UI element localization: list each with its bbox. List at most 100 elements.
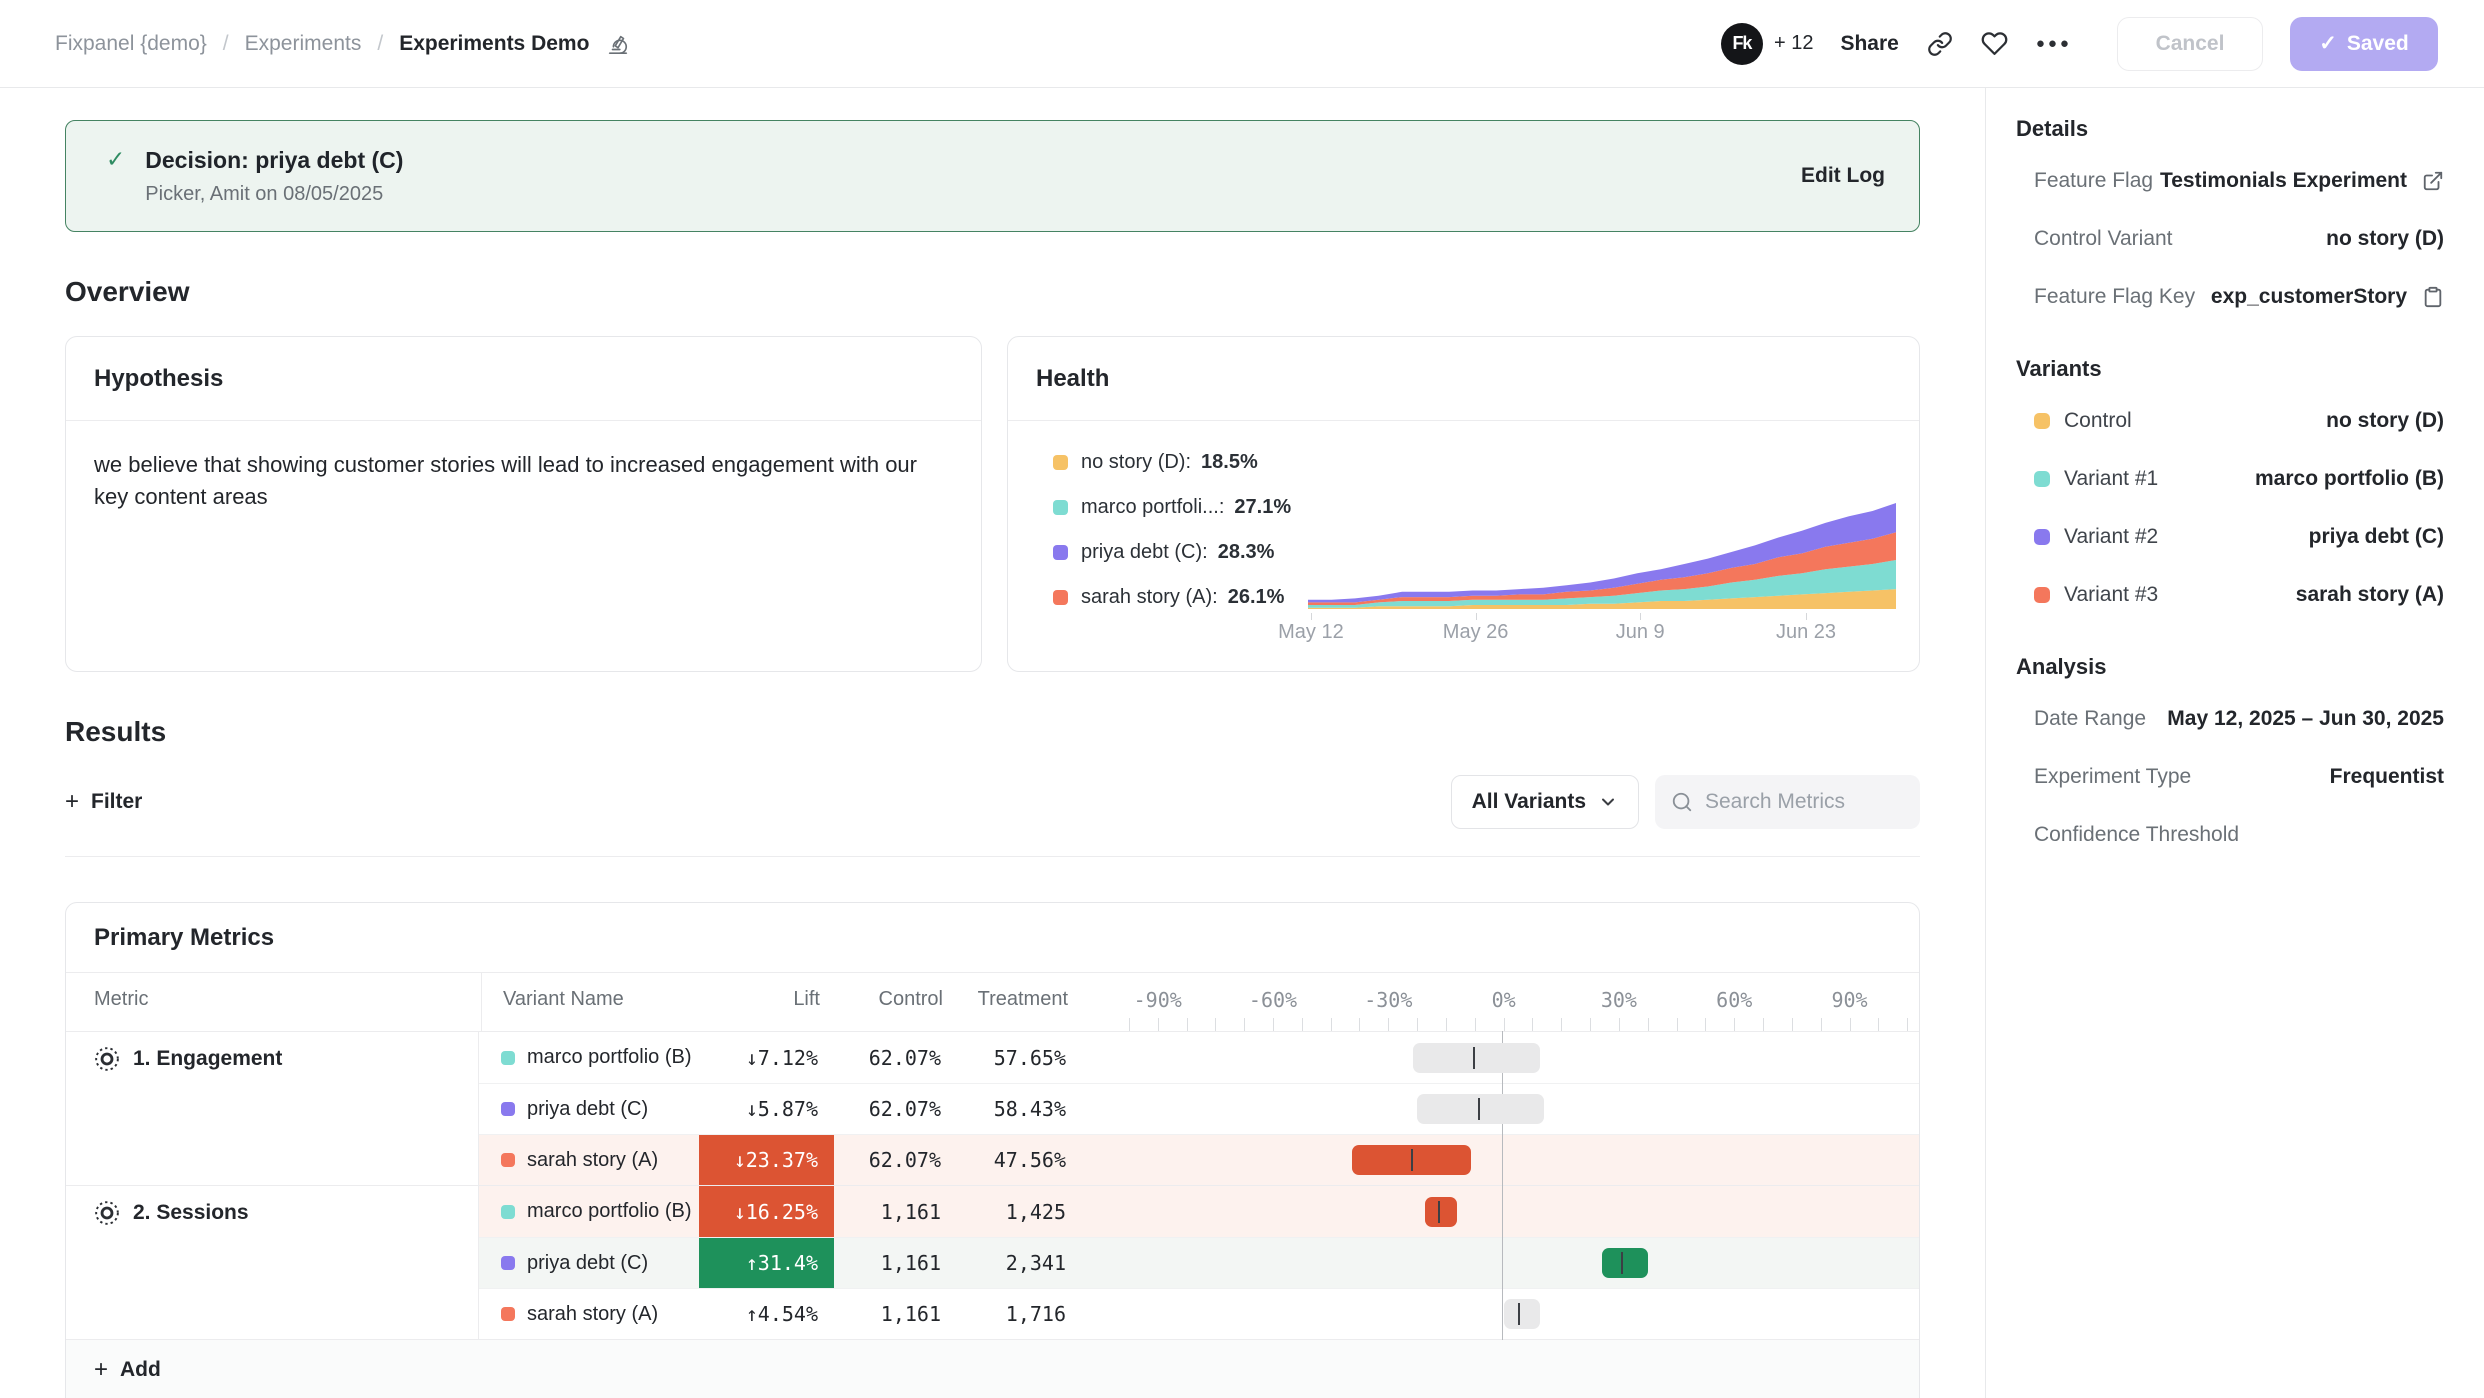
axis-tick xyxy=(1763,1018,1764,1031)
add-metric-button[interactable]: + Add xyxy=(66,1339,1919,1398)
variant-name: priya debt (C) xyxy=(527,1098,648,1121)
variant-swatch xyxy=(2034,529,2050,545)
share-button[interactable]: Share xyxy=(1840,32,1898,56)
table-row[interactable]: priya debt (C) ↑31.4% 1,161 2,341 xyxy=(479,1237,1919,1288)
metric-group-sessions: 2. Sessions marco portfolio (B) ↓16.25% … xyxy=(66,1185,1919,1339)
axis-tick xyxy=(1561,1018,1562,1031)
table-row[interactable]: sarah story (A) ↓23.37% 62.07% 47.56% xyxy=(479,1134,1919,1185)
table-row[interactable]: priya debt (C) ↓5.87% 62.07% 58.43% xyxy=(479,1083,1919,1134)
table-row[interactable]: sarah story (A) ↑4.54% 1,161 1,716 xyxy=(479,1288,1919,1339)
plus-icon: + xyxy=(94,1356,108,1384)
analysis-row-date-range: Date Range May 12, 2025 – Jun 30, 2025 xyxy=(2016,690,2444,748)
axis-tick xyxy=(1446,1018,1447,1031)
treatment-value: 47.56% xyxy=(957,1148,1080,1172)
metric-cell[interactable]: 2. Sessions xyxy=(66,1186,479,1339)
saved-button[interactable]: ✓Saved xyxy=(2290,17,2438,71)
plus-icon: + xyxy=(65,788,79,816)
confidence-interval-plot xyxy=(1099,1084,1919,1134)
treatment-value: 2,341 xyxy=(957,1251,1080,1275)
lift-axis-ticks xyxy=(1101,1018,1920,1031)
variant-chip xyxy=(501,1153,515,1167)
breadcrumb-current: Experiments Demo xyxy=(399,32,589,56)
treatment-value: 57.65% xyxy=(957,1046,1080,1070)
experiment-type-value: Frequentist xyxy=(2330,765,2444,789)
health-x-axis: May 12May 26Jun 9Jun 23 xyxy=(1308,613,1896,643)
results-heading: Results xyxy=(65,716,1985,748)
search-icon xyxy=(1671,791,1693,813)
treatment-value: 1,425 xyxy=(957,1200,1080,1224)
legend-value: 18.5% xyxy=(1201,451,1258,474)
search-metrics-input[interactable] xyxy=(1705,790,1905,814)
ci-point-marker xyxy=(1518,1303,1520,1325)
variant-name: priya debt (C) xyxy=(527,1252,648,1275)
x-axis-tick xyxy=(1476,613,1477,620)
legend-item: marco portfoli...: 27.1% xyxy=(1053,496,1291,519)
axis-tick xyxy=(1532,1018,1533,1031)
analysis-section: Analysis Date Range May 12, 2025 – Jun 3… xyxy=(2016,654,2444,864)
breadcrumb-project[interactable]: Fixpanel {demo} xyxy=(55,32,207,56)
clipboard-icon[interactable] xyxy=(2422,286,2444,308)
metric-name: 2. Sessions xyxy=(133,1199,249,1225)
variant-chip xyxy=(501,1205,515,1219)
variants-dropdown[interactable]: All Variants xyxy=(1451,775,1639,829)
right-sidebar: Details Feature Flag Testimonials Experi… xyxy=(1985,88,2484,1398)
table-row[interactable]: marco portfolio (B) ↓16.25% 1,161 1,425 xyxy=(479,1186,1919,1237)
axis-label: 90% xyxy=(1831,988,1867,1012)
more-options-icon[interactable]: ●●● xyxy=(2036,35,2072,52)
axis-tick xyxy=(1619,1018,1620,1031)
collaborators-count[interactable]: + 12 xyxy=(1774,32,1813,55)
variant-value: priya debt (C) xyxy=(2309,525,2444,549)
column-divider xyxy=(481,973,482,1031)
health-title: Health xyxy=(1008,337,1919,421)
lift-value: ↑31.4% xyxy=(699,1238,834,1288)
top-bar: Fixpanel {demo} / Experiments / Experime… xyxy=(0,0,2484,88)
detail-row-control-variant: Control Variant no story (D) xyxy=(2016,210,2444,268)
variant-chip xyxy=(501,1102,515,1116)
details-title: Details xyxy=(2016,116,2444,142)
copy-link-icon[interactable] xyxy=(1926,30,1954,58)
ci-bar xyxy=(1602,1248,1648,1278)
cancel-button[interactable]: Cancel xyxy=(2117,17,2263,71)
decision-title: Decision: priya debt (C) xyxy=(145,147,403,174)
variant-swatch xyxy=(2034,471,2050,487)
health-stacked-area-chart: May 12May 26Jun 9Jun 23 xyxy=(1308,497,1896,643)
axis-tick xyxy=(1187,1018,1188,1031)
ci-point-marker xyxy=(1438,1201,1440,1223)
avatar[interactable]: Fk xyxy=(1721,23,1763,65)
table-row[interactable]: marco portfolio (B) ↓7.12% 62.07% 57.65% xyxy=(479,1032,1919,1083)
x-axis-tick xyxy=(1311,613,1312,620)
axis-label: -60% xyxy=(1249,988,1297,1012)
edit-log-button[interactable]: Edit Log xyxy=(1801,164,1885,188)
axis-tick xyxy=(1158,1018,1159,1031)
control-value: 1,161 xyxy=(834,1251,957,1275)
zero-line xyxy=(1502,1288,1503,1340)
variant-name: sarah story (A) xyxy=(527,1303,658,1326)
axis-tick xyxy=(1388,1018,1389,1031)
hypothesis-title: Hypothesis xyxy=(66,337,981,421)
variant-chip xyxy=(501,1051,515,1065)
axis-tick xyxy=(1907,1018,1908,1031)
axis-tick xyxy=(1331,1018,1332,1031)
x-axis-label: Jun 9 xyxy=(1616,621,1665,644)
add-filter-button[interactable]: + Filter xyxy=(65,788,142,816)
external-link-icon[interactable] xyxy=(2422,170,2444,192)
axis-tick xyxy=(1705,1018,1706,1031)
col-variant-name: Variant Name xyxy=(503,988,624,1011)
metric-cell[interactable]: 1. Engagement xyxy=(66,1032,479,1185)
variant-name: marco portfolio (B) xyxy=(527,1200,692,1223)
favorite-heart-icon[interactable] xyxy=(1981,30,2009,58)
variant-chip xyxy=(501,1256,515,1270)
table-column-headers: Metric Variant Name Lift Control Treatme… xyxy=(66,973,1919,1031)
legend-label: marco portfoli...: xyxy=(1081,496,1224,519)
confidence-interval-plot xyxy=(1099,1289,1919,1339)
ci-point-marker xyxy=(1473,1047,1475,1069)
lift-value: ↑4.54% xyxy=(699,1289,834,1339)
legend-label: no story (D): xyxy=(1081,451,1191,474)
axis-tick xyxy=(1215,1018,1216,1031)
legend-item: sarah story (A): 26.1% xyxy=(1053,586,1291,609)
lift-value: ↓16.25% xyxy=(699,1186,834,1237)
zero-line xyxy=(1502,1134,1503,1186)
col-treatment: Treatment xyxy=(959,988,1068,1011)
breadcrumb-experiments[interactable]: Experiments xyxy=(245,32,362,56)
feature-flag-value: Testimonials Experiment xyxy=(2160,169,2407,193)
